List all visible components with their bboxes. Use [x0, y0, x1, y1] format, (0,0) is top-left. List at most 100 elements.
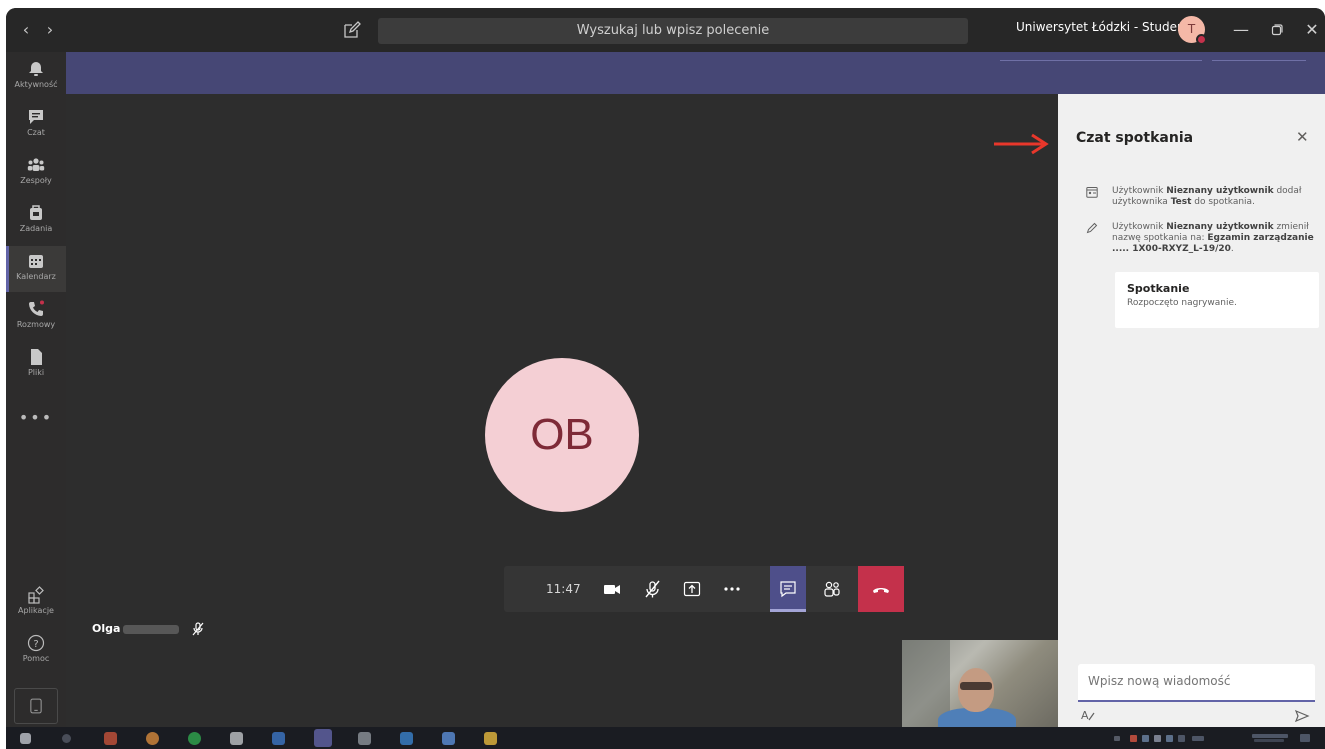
hang-up-button[interactable]	[858, 566, 904, 612]
svg-text:A: A	[1081, 709, 1089, 722]
hang-up-icon	[873, 588, 889, 593]
rail-label: Czat	[27, 128, 45, 137]
app-icon[interactable]	[442, 732, 455, 745]
new-chat-icon[interactable]	[342, 20, 362, 40]
system-message-text: Użytkownik Nieznany użytkownik dodał uży…	[1112, 186, 1318, 208]
file-explorer-icon[interactable]	[484, 732, 497, 745]
rail-item-apps[interactable]: Aplikacje	[6, 580, 66, 626]
format-text-icon[interactable]: A	[1080, 707, 1096, 723]
participant-name-tag: Olga	[92, 622, 205, 636]
microphone-button[interactable]	[634, 566, 670, 612]
msg-prefix: Użytkownik	[1112, 186, 1167, 196]
start-icon[interactable]	[20, 733, 31, 744]
call-controls: 11:47	[504, 566, 904, 612]
system-message-text: Użytkownik Nieznany użytkownik zmienił n…	[1112, 222, 1318, 255]
rail-label: Rozmowy	[16, 320, 56, 329]
close-icon[interactable]: ✕	[1296, 128, 1309, 146]
self-video-preview	[902, 640, 1058, 727]
share-screen-button[interactable]	[674, 566, 710, 612]
svg-text:?: ?	[33, 639, 38, 650]
camera-button[interactable]	[594, 566, 630, 612]
chat-icon	[29, 110, 43, 124]
annotation-arrow-icon	[994, 133, 1049, 155]
search-input[interactable]: Wyszukaj lub wpisz polecenie	[378, 18, 968, 44]
device-button[interactable]	[14, 688, 58, 724]
roster-add-icon	[1086, 187, 1098, 198]
app-rail: Aktywność Czat Zespoły Zadania Kalendarz…	[6, 52, 66, 727]
app-icon[interactable]	[230, 732, 243, 745]
participants-icon	[824, 581, 840, 597]
bell-icon	[29, 62, 43, 76]
card-title: Spotkanie	[1127, 282, 1190, 295]
os-taskbar	[6, 727, 1325, 749]
minimize-icon[interactable]: —	[1228, 17, 1254, 43]
app-icon[interactable]	[400, 732, 413, 745]
phone-icon	[29, 300, 44, 316]
rail-item-files[interactable]: Pliki	[6, 342, 66, 388]
rail-label: Pliki	[27, 368, 45, 377]
meeting-chat-panel: Czat spotkania ✕ Użytkownik Nieznany uży…	[1058, 94, 1325, 727]
call-duration: 11:47	[546, 582, 581, 596]
tenant-switcher[interactable]: Uniwersytet Łódzki - Student ⌄	[1016, 20, 1203, 34]
chat-icon	[780, 581, 796, 598]
rail-label: Aktywność	[14, 80, 58, 89]
rail-item-help[interactable]: ? Pomoc	[6, 628, 66, 674]
meeting-event-card[interactable]: Spotkanie Rozpoczęto nagrywanie.	[1115, 272, 1319, 328]
system-tray	[1114, 734, 1310, 742]
rail-item-calendar[interactable]: Kalendarz	[6, 246, 66, 292]
mic-muted-icon	[645, 580, 660, 598]
teams-taskbar-icon[interactable]	[314, 729, 332, 747]
browser-icon[interactable]	[146, 732, 159, 745]
share-screen-icon	[683, 581, 701, 597]
spotify-icon[interactable]	[188, 732, 201, 745]
chat-panel-title: Czat spotkania	[1076, 130, 1194, 146]
video-person-glasses	[960, 682, 992, 690]
more-icon	[724, 587, 740, 591]
rail-label: Zadania	[19, 224, 53, 233]
video-person-head	[958, 668, 994, 712]
msg-suffix: .	[1230, 244, 1234, 254]
rail-item-chat[interactable]: Czat	[6, 102, 66, 148]
meeting-stage: OB Olga 11:47	[66, 94, 1058, 727]
more-actions-button[interactable]	[714, 566, 750, 612]
back-arrow-icon[interactable]: ‹	[16, 20, 36, 39]
rail-label: Kalendarz	[16, 272, 56, 281]
rail-item-activity[interactable]: Aktywność	[6, 54, 66, 100]
rail-label: Zespoły	[20, 176, 52, 185]
card-body: Rozpoczęto nagrywanie.	[1127, 298, 1237, 308]
message-compose-box[interactable]	[1078, 664, 1315, 702]
more-apps-icon[interactable]: •••	[6, 408, 66, 427]
participant-avatar: OB	[485, 358, 639, 512]
search-icon[interactable]	[62, 734, 71, 743]
send-icon[interactable]	[1294, 708, 1310, 724]
rail-item-teams[interactable]: Zespoły	[6, 150, 66, 196]
rail-label: Aplikacje	[18, 606, 54, 615]
app-icon[interactable]	[272, 732, 285, 745]
app-icon[interactable]	[358, 732, 371, 745]
participants-button[interactable]	[814, 566, 850, 612]
show-chat-button[interactable]	[770, 566, 806, 612]
forward-arrow-icon[interactable]: ›	[40, 20, 60, 39]
message-input[interactable]	[1088, 674, 1308, 688]
msg-actor: Nieznany użytkownik	[1166, 186, 1274, 196]
assignments-icon	[30, 205, 42, 220]
header-divider	[1000, 60, 1202, 61]
meeting-header-strip	[66, 52, 1325, 94]
participant-name: Olga	[92, 622, 121, 635]
presence-status-icon	[1196, 34, 1207, 45]
video-camera-icon	[604, 585, 620, 594]
close-window-icon[interactable]: ✕	[1299, 17, 1325, 43]
file-icon	[31, 349, 42, 365]
msg-object: Test	[1170, 197, 1192, 207]
rail-label: Pomoc	[22, 654, 50, 663]
restore-icon[interactable]	[1264, 17, 1290, 43]
teams-icon	[27, 158, 45, 171]
teams-window: ‹ › Wyszukaj lub wpisz polecenie Uniwers…	[6, 8, 1325, 749]
rail-item-calls[interactable]: Rozmowy	[6, 294, 66, 340]
calendar-icon	[29, 255, 43, 268]
rail-item-assignments[interactable]: Zadania	[6, 198, 66, 244]
app-icon[interactable]	[104, 732, 117, 745]
blurred-surname	[123, 624, 180, 634]
help-icon: ?	[27, 634, 45, 652]
msg-suffix: do spotkania.	[1191, 197, 1255, 207]
